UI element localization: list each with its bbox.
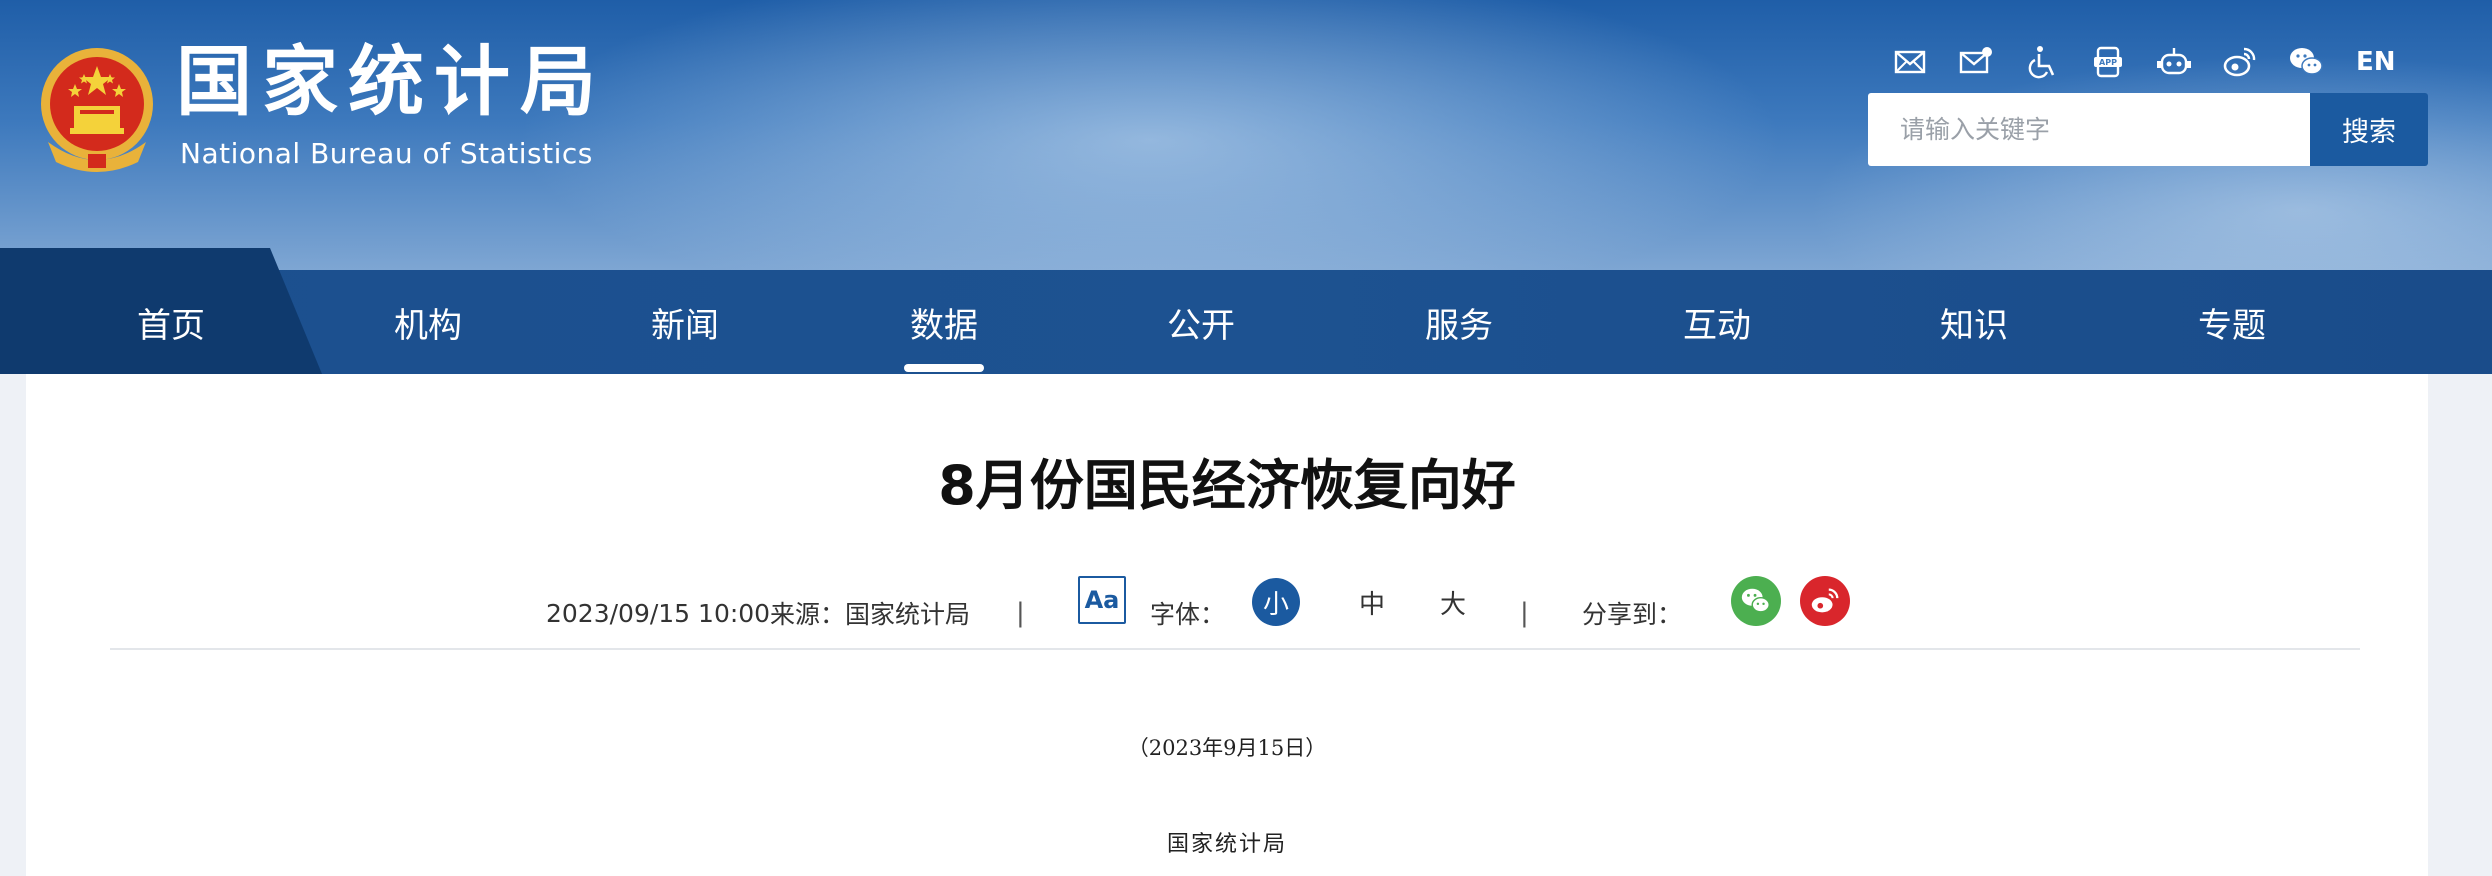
national-emblem-icon <box>41 48 153 172</box>
share-weibo-button[interactable] <box>1800 576 1850 626</box>
nav-item-organization[interactable]: 机构 <box>299 270 557 374</box>
language-switch-link[interactable]: EN <box>2356 47 2396 77</box>
svg-text:APP: APP <box>2099 58 2117 67</box>
meta-separator: | <box>1520 598 1529 628</box>
nav-active-indicator <box>904 364 984 372</box>
article-title: 8月份国民经济恢复向好 <box>938 454 1516 517</box>
meta-separator: | <box>1016 598 1025 628</box>
article-org-line: 国家统计局 <box>1166 832 1287 857</box>
meta-divider <box>110 648 2360 650</box>
weibo-icon[interactable] <box>2220 42 2260 82</box>
article-date: 2023/09/15 10:00 <box>546 598 771 628</box>
mail-icon[interactable] <box>1890 42 1930 82</box>
share-wechat-button[interactable] <box>1731 576 1781 626</box>
article-source: 来源：国家统计局 <box>770 600 971 629</box>
wechat-icon <box>1741 588 1770 613</box>
nav-item-data[interactable]: 数据 <box>815 270 1073 374</box>
nav-item-interaction[interactable]: 互动 <box>1588 270 1846 374</box>
nav-item-knowledge[interactable]: 知识 <box>1845 270 2103 374</box>
mail-settings-icon[interactable] <box>1956 42 1996 82</box>
main-nav: 首页 机构 新闻 数据 公开 服务 互动 知识 专题 <box>0 248 2492 374</box>
header-toolbar: APP EN <box>1890 42 2396 82</box>
accessibility-icon[interactable] <box>2022 42 2062 82</box>
robot-icon[interactable] <box>2154 42 2194 82</box>
font-size-small-button[interactable]: 小 <box>1252 578 1300 626</box>
article-date-line: （2023年9月15日） <box>1127 736 1327 760</box>
weibo-icon <box>1811 588 1839 613</box>
site-header: 国家统计局 National Bureau of Statistics APP … <box>0 0 2492 270</box>
site-logo-subtitle[interactable]: National Bureau of Statistics <box>180 140 593 168</box>
nav-item-news[interactable]: 新闻 <box>556 270 814 374</box>
search-input[interactable] <box>1868 93 2310 166</box>
nav-item-home[interactable]: 首页 <box>42 270 300 374</box>
search-button[interactable]: 搜索 <box>2310 93 2428 166</box>
site-logo-text[interactable]: 国家统计局 <box>176 44 606 120</box>
nav-item-services[interactable]: 服务 <box>1330 270 1588 374</box>
nav-item-public[interactable]: 公开 <box>1072 270 1330 374</box>
font-size-label: 字体： <box>1150 600 1226 629</box>
nav-item-topics[interactable]: 专题 <box>2103 270 2361 374</box>
share-label: 分享到： <box>1582 600 1683 629</box>
font-size-icon: Aa <box>1078 576 1126 624</box>
font-size-medium-button[interactable]: 中 <box>1359 578 1385 626</box>
app-icon[interactable]: APP <box>2088 42 2128 82</box>
font-size-large-button[interactable]: 大 <box>1440 578 1466 626</box>
wechat-icon[interactable] <box>2286 42 2326 82</box>
article-container: 8月份国民经济恢复向好 2023/09/15 10:00 来源：国家统计局 | … <box>26 374 2428 876</box>
